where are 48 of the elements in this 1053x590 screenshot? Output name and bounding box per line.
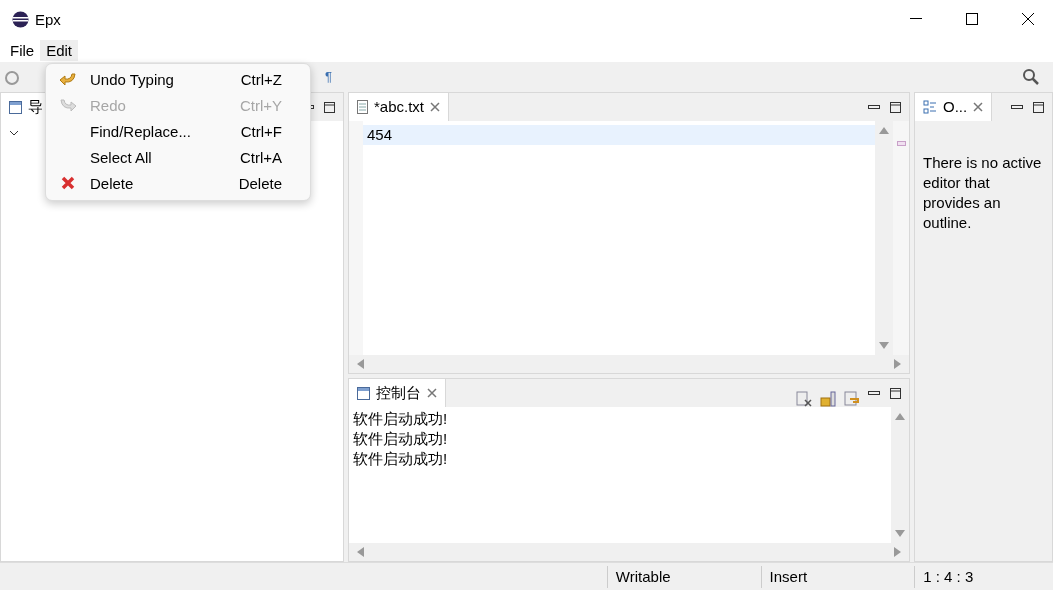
redo-arrow-icon <box>59 98 77 112</box>
maximize-icon[interactable] <box>890 387 901 399</box>
status-field: 1 : 4 : 3 <box>914 565 1053 588</box>
menu-entry[interactable]: Find/Replace... Ctrl+F <box>46 118 310 144</box>
pilcrow-button[interactable]: ¶ <box>325 69 332 84</box>
view-icon <box>9 100 22 114</box>
console-line: 软件启动成功! <box>353 409 449 429</box>
app-logo-icon <box>12 10 29 28</box>
scroll-up-icon[interactable] <box>895 413 905 420</box>
window-title: Epx <box>35 10 62 28</box>
close-icon[interactable] <box>1022 13 1034 25</box>
menu-item[interactable]: File <box>4 39 41 61</box>
menu-entry[interactable]: Select All Ctrl+A <box>46 144 310 170</box>
search-icon[interactable] <box>1023 69 1039 85</box>
undo-arrow-icon <box>59 72 77 86</box>
delete-x-icon <box>61 176 75 190</box>
scroll-lock-icon[interactable] <box>820 391 836 407</box>
run-icon[interactable] <box>4 69 20 85</box>
maximize-icon[interactable] <box>324 101 335 113</box>
minimize-icon[interactable] <box>868 104 880 110</box>
overview-marker-icon <box>896 141 906 146</box>
status-field: Writable <box>606 565 761 588</box>
minimize-icon[interactable] <box>1011 104 1023 110</box>
clear-console-icon[interactable] <box>796 391 812 407</box>
menu-entry[interactable]: Delete Delete <box>46 170 310 196</box>
console-line: 软件启动成功! <box>353 449 449 469</box>
outline-message: There is no active editor that provides an outline. <box>923 153 1043 233</box>
minimize-icon[interactable] <box>868 390 880 396</box>
scroll-left-icon[interactable] <box>357 359 364 369</box>
text-file-icon <box>357 100 368 114</box>
scroll-left-icon[interactable] <box>357 547 364 557</box>
maximize-icon[interactable] <box>890 101 901 113</box>
status-field: Insert <box>760 565 915 588</box>
menu-item[interactable]: Edit <box>40 39 79 61</box>
scroll-right-icon[interactable] <box>894 359 901 369</box>
maximize-icon[interactable] <box>1033 101 1044 113</box>
minimize-icon[interactable] <box>910 18 922 20</box>
word-wrap-icon[interactable] <box>844 391 860 407</box>
menu-entry[interactable]: Undo Typing Ctrl+Z <box>46 66 310 92</box>
chevron-icon[interactable] <box>9 129 19 137</box>
scroll-right-icon[interactable] <box>894 547 901 557</box>
scroll-down-icon[interactable] <box>879 342 889 349</box>
view-icon <box>357 386 370 400</box>
scroll-down-icon[interactable] <box>895 530 905 537</box>
scroll-up-icon[interactable] <box>879 127 889 134</box>
maximize-icon[interactable] <box>966 13 978 25</box>
console-line: 软件启动成功! <box>353 429 449 449</box>
outline-icon <box>923 100 937 114</box>
